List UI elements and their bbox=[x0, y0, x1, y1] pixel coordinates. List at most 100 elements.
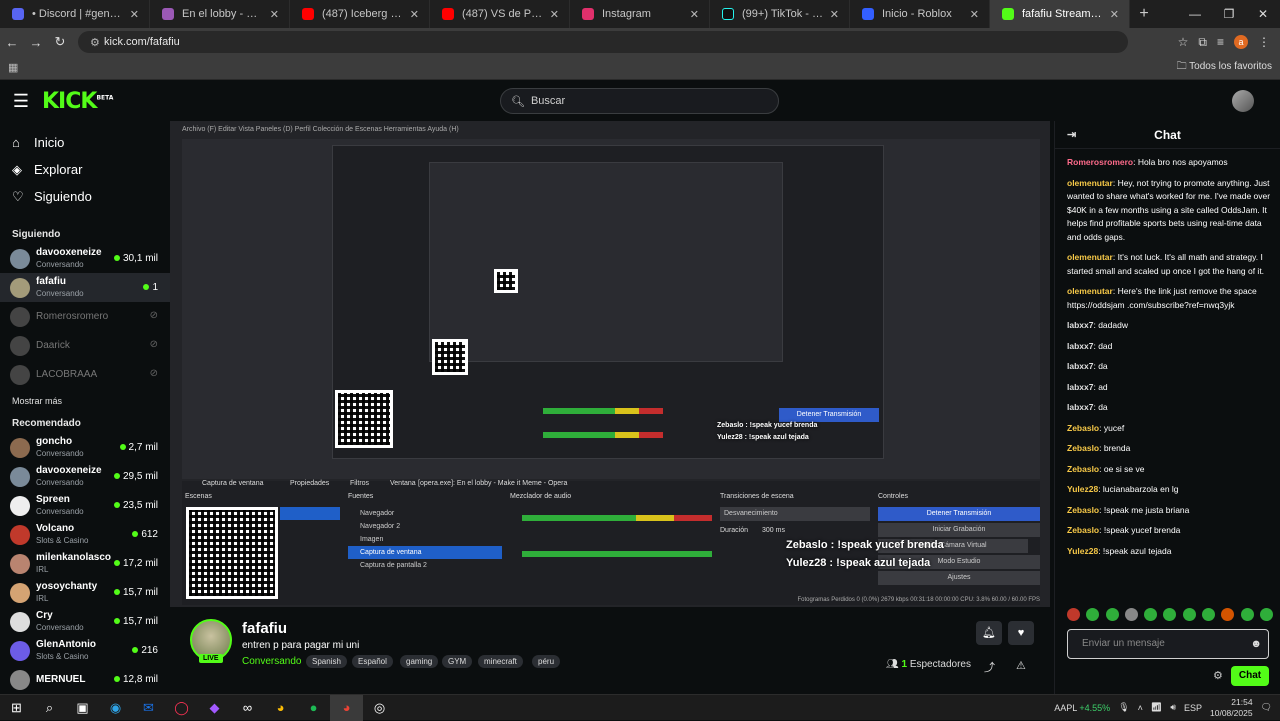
chat-username[interactable]: Yulez28 bbox=[1067, 546, 1098, 556]
recommended-channel[interactable]: Spreen Conversando 23,5 mil bbox=[0, 491, 170, 520]
recommended-channel[interactable]: yosoychanty IRL 15,7 mil bbox=[0, 578, 170, 607]
emoji-picker-icon[interactable]: ☻ bbox=[1250, 630, 1262, 658]
share-icon[interactable]: ⤴ bbox=[984, 659, 995, 675]
clock[interactable]: 21:54 10/08/2025 bbox=[1210, 697, 1253, 719]
recommended-channel[interactable]: MERNUEL 12,8 mil bbox=[0, 665, 170, 694]
hamburger-menu-icon[interactable]: ☰ bbox=[0, 91, 42, 112]
close-icon[interactable]: ✕ bbox=[550, 8, 559, 21]
chat-username[interactable]: olemenutar bbox=[1067, 252, 1113, 262]
stream-tag[interactable]: GYM bbox=[442, 655, 473, 668]
chat-username[interactable]: olemenutar bbox=[1067, 286, 1113, 296]
all-bookmarks-button[interactable]: 🗀 Todos los favoritos bbox=[1177, 59, 1272, 76]
chat-username[interactable]: Zebaslo bbox=[1067, 464, 1099, 474]
emote-icon[interactable] bbox=[1182, 608, 1196, 621]
close-icon[interactable]: ✕ bbox=[270, 8, 279, 21]
stream-tag[interactable]: Spanish bbox=[306, 655, 347, 668]
recommended-channel[interactable]: Volcano Slots & Casino 612 bbox=[0, 520, 170, 549]
report-icon[interactable]: ⚠ bbox=[1016, 659, 1026, 672]
stream-tag[interactable]: péru bbox=[532, 655, 561, 668]
chat-username[interactable]: labxx7 bbox=[1067, 402, 1093, 412]
close-icon[interactable]: ✕ bbox=[830, 8, 839, 21]
volume-icon[interactable]: 🔊︎ bbox=[1170, 702, 1176, 713]
chat-input[interactable]: Enviar un mensaje ☻ bbox=[1067, 629, 1269, 659]
site-info-icon[interactable]: ⚙ bbox=[90, 36, 104, 49]
send-chat-button[interactable]: Chat bbox=[1231, 666, 1269, 686]
url-field[interactable]: ⚙ kick.com/fafafiu bbox=[78, 31, 1128, 53]
notifications-icon[interactable]: 🗨︎ bbox=[1261, 702, 1272, 713]
opera-gx-icon[interactable]: ◯ bbox=[165, 695, 198, 721]
emote-icon[interactable] bbox=[1221, 608, 1235, 621]
stream-category[interactable]: Conversando bbox=[242, 656, 301, 667]
browser-tab-tiktok[interactable]: (99+) TikTok - Make Your Day ✕ bbox=[710, 0, 850, 28]
chat-username[interactable]: Zebaslo bbox=[1067, 505, 1099, 515]
recommended-channel[interactable]: goncho Conversando 2,7 mil bbox=[0, 433, 170, 462]
collapse-chat-icon[interactable]: ⇥ bbox=[1067, 128, 1076, 141]
capcut-icon[interactable]: ∞ bbox=[231, 695, 264, 721]
browser-tab-makeitmeme[interactable]: En el lobby - Make it Meme ✕ bbox=[150, 0, 290, 28]
following-channel-offline[interactable]: Daarick ⊘ bbox=[0, 331, 170, 360]
close-window-icon[interactable]: ✕ bbox=[1246, 7, 1280, 21]
chrome-active-icon[interactable]: ◕ bbox=[330, 694, 363, 721]
browser-tab-kick[interactable]: fafafiu Stream - Watch ✕ bbox=[990, 0, 1130, 28]
bookmark-star-icon[interactable]: ☆ bbox=[1178, 35, 1189, 49]
chat-username[interactable]: Romerosromero bbox=[1067, 157, 1133, 167]
network-icon[interactable]: 📶︎ bbox=[1151, 702, 1162, 713]
stock-widget[interactable]: AAPL +4.55% bbox=[1054, 703, 1110, 713]
recommended-channel[interactable]: GlenAntonio Slots & Casino 216 bbox=[0, 636, 170, 665]
emote-icon[interactable] bbox=[1259, 608, 1273, 621]
streamer-name[interactable]: fafafiu bbox=[242, 620, 287, 637]
extensions-icon[interactable]: ⧉ bbox=[1198, 35, 1207, 50]
obs-icon[interactable]: ◎ bbox=[363, 695, 396, 721]
close-icon[interactable]: ✕ bbox=[690, 8, 699, 21]
sidebar-item-inicio[interactable]: ⌂ Inicio bbox=[0, 129, 170, 156]
emote-icon[interactable] bbox=[1144, 608, 1158, 621]
chat-username[interactable]: labxx7 bbox=[1067, 320, 1093, 330]
reload-icon[interactable]: ↻ bbox=[48, 34, 72, 50]
emote-icon[interactable] bbox=[1124, 608, 1138, 621]
figma-icon[interactable]: ◆ bbox=[198, 695, 231, 721]
minimize-icon[interactable]: — bbox=[1178, 7, 1212, 21]
show-more-button[interactable]: Mostrar más bbox=[0, 389, 170, 413]
stream-tag[interactable]: minecraft bbox=[478, 655, 523, 668]
recommended-channel[interactable]: davooxeneize Conversando 29,5 mil bbox=[0, 462, 170, 491]
new-tab-button[interactable]: + bbox=[1130, 5, 1158, 23]
media-icon[interactable]: ≡ bbox=[1217, 35, 1224, 49]
recommended-channel[interactable]: milenkanolasco IRL 17,2 mil bbox=[0, 549, 170, 578]
browser-tab-roblox[interactable]: Inicio - Roblox ✕ bbox=[850, 0, 990, 28]
emote-icon[interactable] bbox=[1067, 608, 1080, 621]
following-channel-selected[interactable]: fafafiu Conversando 1 bbox=[0, 273, 170, 302]
search-input[interactable]: 🔍︎ Buscar bbox=[500, 88, 779, 114]
notifications-button[interactable]: 🔔︎ bbox=[976, 621, 1002, 645]
following-channel-offline[interactable]: Romerosromero ⊘ bbox=[0, 302, 170, 331]
kick-logo[interactable]: KICKBETA bbox=[42, 89, 113, 114]
chevron-up-icon[interactable]: ˄ bbox=[1138, 703, 1143, 713]
chat-username[interactable]: labxx7 bbox=[1067, 341, 1093, 351]
video-player[interactable]: Archivo (F) Editar Vista Paneles (D) Per… bbox=[170, 121, 1050, 607]
chat-username[interactable]: labxx7 bbox=[1067, 361, 1093, 371]
restore-icon[interactable]: ❐ bbox=[1212, 7, 1246, 21]
browser-tab-youtube-1[interactable]: (487) Iceberg de IDAT - YouTube ✕ bbox=[290, 0, 430, 28]
sidebar-item-siguiendo[interactable]: ♡ Siguiendo bbox=[0, 183, 170, 210]
spotify-icon[interactable]: ● bbox=[297, 695, 330, 721]
chat-username[interactable]: olemenutar bbox=[1067, 178, 1113, 188]
microphone-icon[interactable]: 🎙︎ bbox=[1118, 702, 1129, 713]
back-icon[interactable]: ← bbox=[0, 35, 24, 50]
chat-username[interactable]: Zebaslo bbox=[1067, 525, 1099, 535]
browser-tab-instagram[interactable]: Instagram ✕ bbox=[570, 0, 710, 28]
profile-avatar[interactable]: a bbox=[1234, 35, 1248, 49]
emote-icon[interactable] bbox=[1163, 608, 1177, 621]
chat-username[interactable]: Zebaslo bbox=[1067, 443, 1099, 453]
close-icon[interactable]: ✕ bbox=[1110, 8, 1119, 21]
user-avatar[interactable] bbox=[1232, 90, 1254, 112]
emote-icon[interactable] bbox=[1240, 608, 1254, 621]
forward-icon[interactable]: → bbox=[24, 35, 48, 50]
task-view-icon[interactable]: ▣ bbox=[66, 695, 99, 721]
close-icon[interactable]: ✕ bbox=[130, 8, 139, 21]
close-icon[interactable]: ✕ bbox=[410, 8, 419, 21]
emote-icon[interactable] bbox=[1105, 608, 1119, 621]
sidebar-item-explorar[interactable]: ◈ Explorar bbox=[0, 156, 170, 183]
search-icon[interactable]: ⌕ bbox=[33, 695, 66, 721]
chrome-icon[interactable]: ◕ bbox=[264, 695, 297, 721]
menu-kebab-icon[interactable]: ⋮ bbox=[1258, 35, 1270, 49]
following-channel-offline[interactable]: LACOBRAAA ⊘ bbox=[0, 360, 170, 389]
